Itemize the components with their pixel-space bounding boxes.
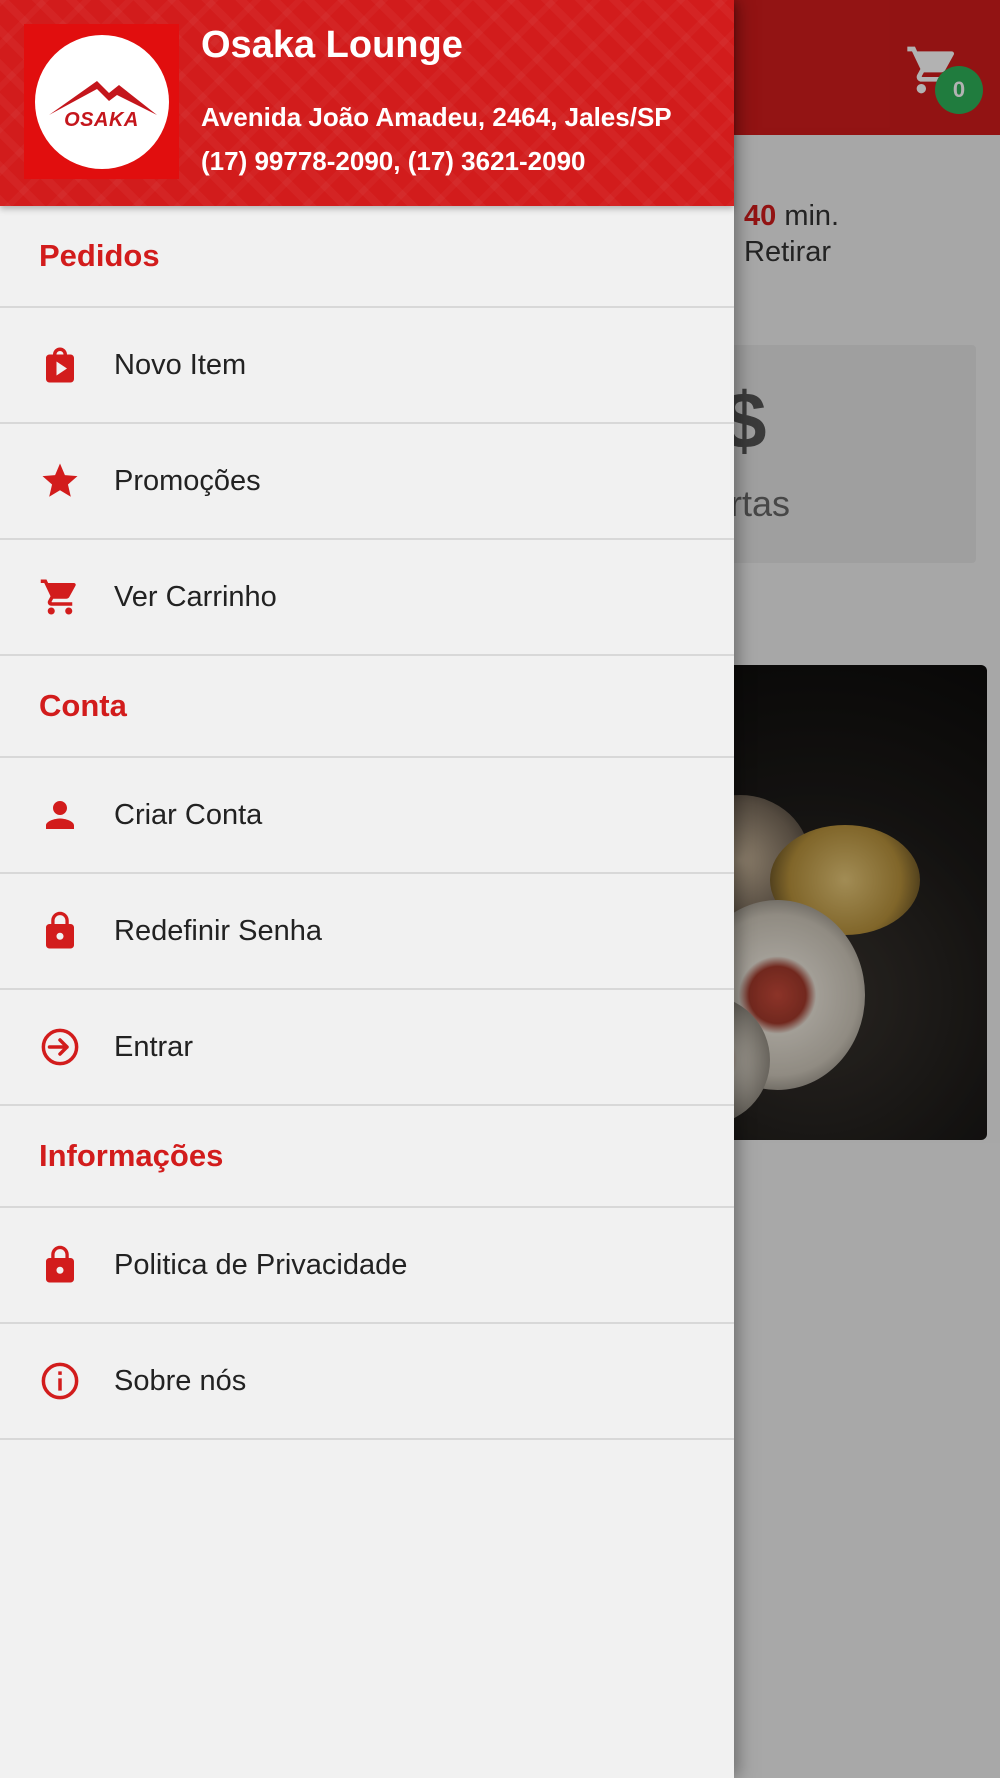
menu-item-redefinir-senha[interactable]: Redefinir Senha bbox=[0, 874, 734, 990]
info-icon bbox=[38, 1359, 82, 1403]
menu-item-label: Entrar bbox=[114, 1030, 193, 1063]
menu-item-label: Ver Carrinho bbox=[114, 580, 277, 613]
menu-item-sobre-nos[interactable]: Sobre nós bbox=[0, 1324, 734, 1440]
section-title-informacoes: Informações bbox=[0, 1106, 734, 1208]
logo-text: OSAKA bbox=[64, 108, 139, 131]
menu-item-label: Politica de Privacidade bbox=[114, 1248, 408, 1281]
lock-icon bbox=[38, 1243, 82, 1287]
menu-item-label: Sobre nós bbox=[114, 1364, 247, 1397]
menu-item-politica-privacidade[interactable]: Politica de Privacidade bbox=[0, 1208, 734, 1324]
store-name: Osaka Lounge bbox=[201, 24, 463, 66]
menu-item-label: Redefinir Senha bbox=[114, 914, 322, 947]
menu-item-label: Promoções bbox=[114, 464, 261, 497]
cart-icon bbox=[38, 575, 82, 619]
menu-item-promocoes[interactable]: Promoções bbox=[0, 424, 734, 540]
navigation-drawer: OSAKA Osaka Lounge Avenida João Amadeu, … bbox=[0, 0, 734, 1778]
menu-item-label: Criar Conta bbox=[114, 798, 263, 831]
store-phones: (17) 99778-2090, (17) 3621-2090 bbox=[201, 146, 586, 176]
logo-circle: OSAKA bbox=[34, 34, 169, 169]
menu-item-novo-item[interactable]: Novo Item bbox=[0, 308, 734, 424]
lock-icon bbox=[38, 909, 82, 953]
store-address: Avenida João Amadeu, 2464, Jales/SP bbox=[201, 102, 672, 132]
menu-item-criar-conta[interactable]: Criar Conta bbox=[0, 758, 734, 874]
menu-item-ver-carrinho[interactable]: Ver Carrinho bbox=[0, 540, 734, 656]
section-title-pedidos: Pedidos bbox=[0, 206, 734, 308]
menu-item-entrar[interactable]: Entrar bbox=[0, 990, 734, 1106]
person-icon bbox=[38, 793, 82, 837]
section-title-conta: Conta bbox=[0, 656, 734, 758]
store-logo: OSAKA bbox=[24, 24, 179, 179]
menu-item-label: Novo Item bbox=[114, 348, 247, 381]
login-icon bbox=[38, 1025, 82, 1069]
star-icon bbox=[38, 459, 82, 503]
mountain-icon bbox=[48, 80, 157, 115]
drawer-header: OSAKA Osaka Lounge Avenida João Amadeu, … bbox=[0, 0, 734, 206]
shopping-bag-icon bbox=[38, 343, 82, 387]
